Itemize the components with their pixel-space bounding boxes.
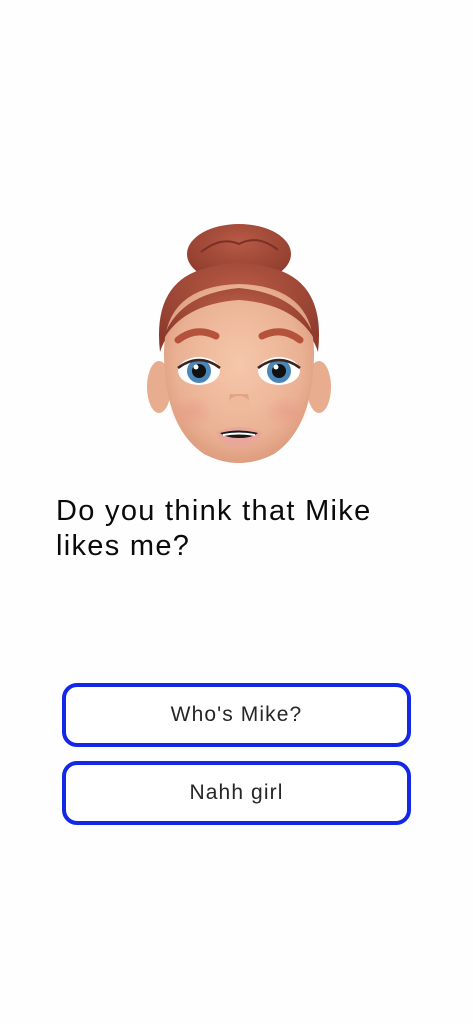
question-text: Do you think that Mike likes me? — [56, 495, 372, 562]
answer-button-nahh-girl[interactable]: Nahh girl — [62, 761, 411, 825]
quiz-screen: Do you think that Mike likes me? Who's M… — [0, 0, 473, 1024]
memoji-avatar — [147, 224, 331, 463]
answer-button-whos-mike[interactable]: Who's Mike? — [62, 683, 411, 747]
answer-list: Who's Mike? Nahh girl — [62, 683, 411, 839]
